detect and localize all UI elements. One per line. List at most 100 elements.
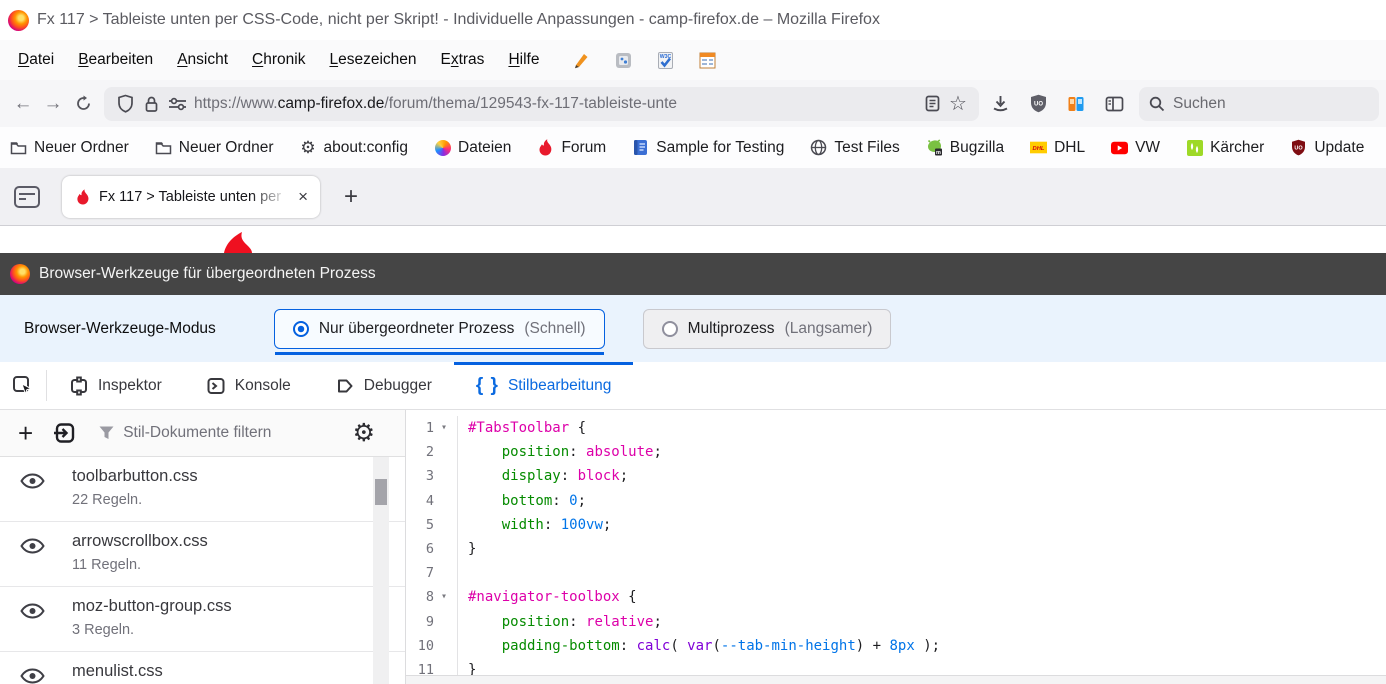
tracking-shield-icon[interactable] — [112, 91, 138, 117]
bookmark-forum[interactable]: Forum — [537, 139, 606, 157]
bookmark-vw[interactable]: VW — [1111, 139, 1160, 157]
code-text[interactable]: bottom: 0; — [458, 489, 586, 513]
fold-toggle-icon[interactable]: ▾ — [434, 416, 454, 440]
fold-toggle-icon[interactable]: ▾ — [434, 585, 454, 609]
code-line: 9 position: relative; — [406, 610, 1386, 634]
active-tab[interactable]: Fx 117 > Tableiste unten per × — [62, 176, 320, 218]
menu-label: A — [177, 51, 187, 68]
web-developer-toolbar-icon[interactable] — [613, 50, 633, 70]
bookmark-dhl[interactable]: DHL DHL — [1030, 139, 1085, 157]
url-bar[interactable]: https://www.camp-firefox.de/forum/thema/… — [104, 87, 979, 121]
stylesheet-item[interactable]: arrowscrollbox.css 11 Regeln. — [0, 522, 405, 587]
code-line: 8▾#navigator-toolbox { — [406, 585, 1386, 609]
radio-unselected-icon[interactable] — [662, 321, 678, 337]
bookmark-bugzilla[interactable]: m Bugzilla — [926, 139, 1004, 157]
menu-bearbeiten[interactable]: Bearbeiten — [68, 46, 163, 74]
code-text[interactable]: } — [458, 537, 476, 561]
visibility-eye-icon[interactable] — [20, 668, 45, 684]
tab-debugger[interactable]: Debugger — [313, 362, 454, 409]
url-text[interactable]: https://www.camp-firefox.de/forum/thema/… — [194, 95, 919, 113]
scrollbar-thumb[interactable] — [375, 479, 387, 505]
table-layout-icon[interactable] — [697, 50, 717, 70]
menu-chronik[interactable]: Chronik — [242, 46, 315, 74]
stylesheet-rule-count: 22 Regeln. — [72, 492, 405, 508]
bookmark-dateien[interactable]: Dateien — [434, 139, 511, 157]
gear-icon: ⚙ — [300, 139, 317, 156]
sidebar-icon — [1105, 96, 1124, 112]
menu-lesezeichen[interactable]: Lesezeichen — [319, 46, 426, 74]
w3c-validator-icon[interactable]: W3C — [655, 50, 675, 70]
toolbox-mode-row: Browser-Werkzeuge-Modus Nur übergeordnet… — [0, 295, 1386, 362]
close-icon: × — [298, 187, 308, 206]
mode-option-multiprocess[interactable]: Multiprozess (Langsamer) — [643, 309, 892, 349]
visibility-eye-icon[interactable] — [20, 473, 45, 489]
sidebar-toggle-button[interactable] — [1099, 89, 1129, 119]
menu-extras[interactable]: Extras — [431, 46, 495, 74]
new-tab-button[interactable]: + — [336, 183, 366, 211]
reload-button[interactable] — [68, 89, 98, 119]
menu-ansicht[interactable]: Ansicht — [167, 46, 238, 74]
ublock-maroon-shield-icon: UO — [1290, 139, 1307, 156]
tab-inspektor[interactable]: Inspektor — [47, 362, 184, 409]
firefox-view-button[interactable] — [14, 186, 40, 208]
download-button[interactable] — [985, 89, 1015, 119]
menu-datei[interactable]: Datei — [8, 46, 64, 74]
extension-button[interactable] — [1061, 89, 1091, 119]
code-text[interactable]: width: 100vw; — [458, 513, 611, 537]
radio-selected-icon[interactable] — [293, 321, 309, 337]
options-gear-icon[interactable]: ⚙ — [353, 421, 375, 446]
bookmark-folder-neuer-ordner[interactable]: Neuer Ordner — [10, 139, 129, 157]
code-text[interactable]: #navigator-toolbox { — [458, 585, 637, 609]
bookmark-star-icon[interactable]: ☆ — [945, 91, 971, 117]
code-text[interactable]: display: block; — [458, 464, 628, 488]
filter-field[interactable] — [99, 424, 352, 442]
tab-konsole[interactable]: Konsole — [184, 362, 313, 409]
menu-label: x — [451, 51, 459, 68]
permissions-icon[interactable] — [164, 91, 190, 117]
menu-hilfe[interactable]: Hilfe — [498, 46, 549, 74]
code-area[interactable]: 1▾#TabsToolbar {2 position: absolute;3 d… — [406, 410, 1386, 675]
search-bar[interactable] — [1139, 87, 1379, 121]
swirl-icon — [434, 139, 451, 156]
visibility-eye-icon[interactable] — [20, 603, 45, 619]
filter-stylesheets-input[interactable] — [123, 424, 313, 442]
bookmark-folder-neuer-ordner-2[interactable]: Neuer Ordner — [155, 139, 274, 157]
code-text[interactable]: padding-bottom: calc( var(--tab-min-heig… — [458, 634, 940, 658]
code-text[interactable] — [458, 561, 468, 585]
menu-label: atei — [29, 51, 54, 68]
bookmark-sample-for-testing[interactable]: Sample for Testing — [632, 139, 784, 157]
css-source-editor[interactable]: 1▾#TabsToolbar {2 position: absolute;3 d… — [406, 410, 1386, 684]
back-button[interactable]: ← — [8, 89, 38, 119]
new-stylesheet-button[interactable]: + — [12, 418, 39, 449]
stylesheet-item[interactable]: moz-button-group.css 3 Regeln. — [0, 587, 405, 652]
code-text[interactable]: position: relative; — [458, 610, 662, 634]
pencil-edit-icon[interactable] — [571, 50, 591, 70]
stylesheet-rule-count: 11 Regeln. — [72, 557, 405, 573]
ublock-origin-button[interactable]: UO — [1023, 89, 1053, 119]
menu-label: D — [18, 51, 29, 68]
visibility-eye-icon[interactable] — [20, 538, 45, 554]
bookmark-kaercher[interactable]: Kärcher — [1186, 139, 1264, 157]
lock-icon[interactable] — [138, 91, 164, 117]
mode-option-parent-process[interactable]: Nur übergeordneter Prozess (Schnell) — [274, 309, 605, 349]
reader-mode-icon[interactable] — [919, 91, 945, 117]
line-number: 6 — [406, 537, 434, 561]
code-text[interactable]: } — [458, 658, 476, 675]
node-picker-button[interactable] — [0, 362, 46, 409]
forward-button[interactable]: → — [38, 89, 68, 119]
line-gutter: 10 — [406, 634, 458, 658]
bookmark-about-config[interactable]: ⚙ about:config — [300, 139, 408, 157]
code-text[interactable]: #TabsToolbar { — [458, 416, 586, 440]
tab-stilbearbeitung[interactable]: { } Stilbearbeitung — [454, 362, 634, 409]
stylesheet-item[interactable]: menulist.css — [0, 652, 405, 684]
search-input[interactable] — [1173, 95, 1323, 113]
import-stylesheet-button[interactable] — [53, 421, 77, 445]
line-number: 5 — [406, 513, 434, 537]
bookmark-test-files[interactable]: Test Files — [810, 139, 899, 157]
bookmark-update[interactable]: UO Update — [1290, 139, 1364, 157]
tab-title: Fx 117 > Tableiste unten per — [99, 189, 294, 205]
sidebar-scrollbar[interactable] — [373, 457, 389, 684]
stylesheet-item[interactable]: toolbarbutton.css 22 Regeln. — [0, 457, 405, 522]
code-text[interactable]: position: absolute; — [458, 440, 662, 464]
tab-close-button[interactable]: × — [294, 185, 312, 209]
